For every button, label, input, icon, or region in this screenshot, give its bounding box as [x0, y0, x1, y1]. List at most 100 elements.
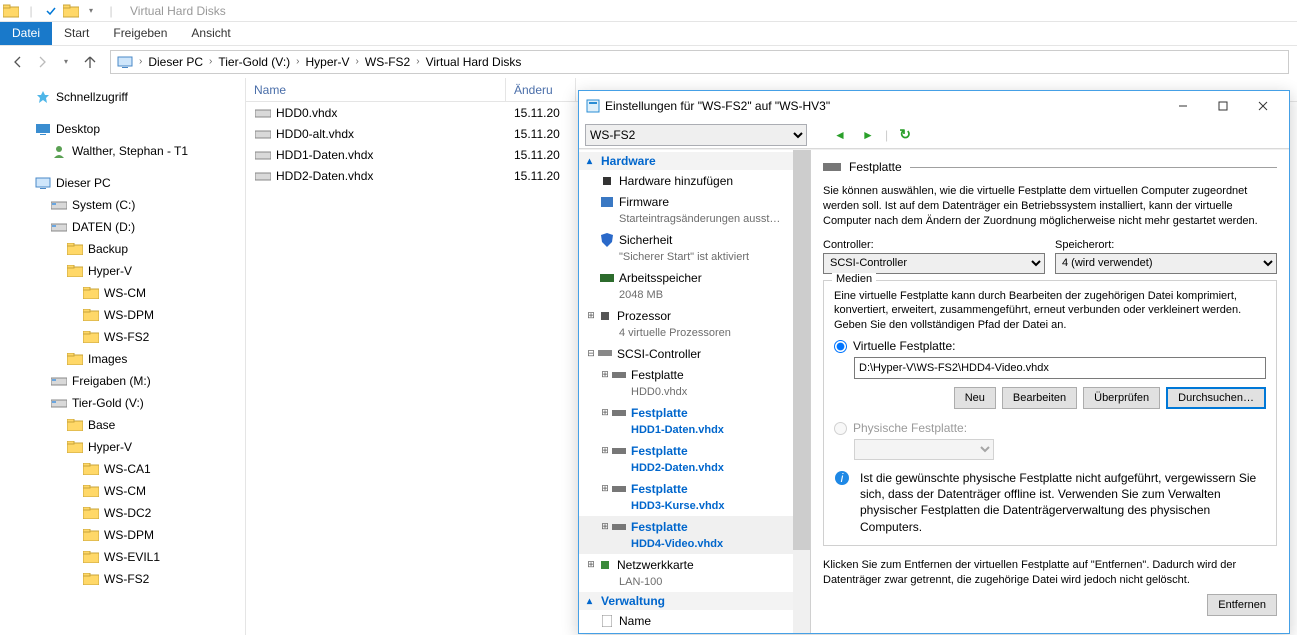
nav-tree[interactable]: Schnellzugriff DesktopWalther, Stephan - … — [0, 78, 246, 635]
location-select[interactable]: 4 (wird verwendet) — [1055, 253, 1277, 274]
qat-dropdown-icon[interactable]: ▾ — [82, 2, 100, 20]
chevron-right-icon[interactable]: › — [137, 56, 144, 67]
settings-disk-3[interactable]: Festplatte — [631, 482, 688, 496]
settings-tree[interactable]: ▴Hardware Hardware hinzufügen Firmware S… — [579, 150, 811, 633]
settings-memory[interactable]: Arbeitsspeicher — [619, 271, 702, 285]
ribbon-tab-file[interactable]: Datei — [0, 22, 52, 45]
radio-virtual-disk[interactable] — [834, 340, 847, 353]
nav-history-dropdown-icon[interactable]: ▾ — [56, 52, 76, 72]
ribbon-tab-view[interactable]: Ansicht — [179, 22, 242, 45]
settings-firmware[interactable]: Firmware — [619, 195, 669, 209]
tree-item[interactable]: System (C:) — [4, 194, 245, 216]
settings-disk-1[interactable]: Festplatte — [631, 406, 688, 420]
settings-disk-2[interactable]: Festplatte — [631, 444, 688, 458]
qat-properties-icon[interactable] — [42, 2, 60, 20]
tree-item[interactable]: Hyper-V — [4, 436, 245, 458]
tree-item[interactable]: Desktop — [4, 118, 245, 140]
disk0-sub: HDD0.vhdx — [631, 386, 687, 398]
check-button[interactable]: Überprüfen — [1083, 387, 1160, 409]
breadcrumb-seg-3[interactable]: WS-FS2 — [361, 51, 414, 73]
folder-icon — [82, 483, 100, 499]
settings-nic[interactable]: Netzwerkkarte — [617, 558, 694, 572]
expand-icon[interactable]: ⊞ — [599, 407, 611, 418]
chevron-right-icon[interactable]: › — [414, 56, 421, 67]
tree-item[interactable]: DATEN (D:) — [4, 216, 245, 238]
vm-selector[interactable]: WS-FS2 — [585, 124, 807, 146]
breadcrumb-seg-0[interactable]: Dieser PC — [144, 51, 207, 73]
expand-icon[interactable]: ⊞ — [585, 559, 597, 570]
collapse-icon[interactable]: ▴ — [587, 156, 601, 167]
chevron-right-icon[interactable]: › — [354, 56, 361, 67]
tree-item[interactable]: Hyper-V — [4, 260, 245, 282]
expand-icon[interactable]: ⊞ — [599, 445, 611, 456]
tree-item[interactable]: WS-CA1 — [4, 458, 245, 480]
nav-forward-icon[interactable] — [32, 52, 52, 72]
settings-scsi[interactable]: SCSI-Controller — [617, 347, 701, 361]
nav-back-icon[interactable] — [8, 52, 28, 72]
col-header-date[interactable]: Änderu — [506, 78, 576, 101]
tree-item[interactable]: Schnellzugriff — [4, 86, 245, 108]
breadcrumb-seg-1[interactable]: Tier-Gold (V:) — [214, 51, 294, 73]
tree-item[interactable]: Walther, Stephan - T1 — [4, 140, 245, 162]
edit-button[interactable]: Bearbeiten — [1002, 387, 1077, 409]
tree-item[interactable]: WS-CM — [4, 282, 245, 304]
tree-item[interactable]: WS-DC2 — [4, 502, 245, 524]
controller-select[interactable]: SCSI-Controller — [823, 253, 1045, 274]
settings-tree-scrollbar[interactable] — [793, 150, 810, 633]
tree-item[interactable]: Dieser PC — [4, 172, 245, 194]
ribbon-tab-start[interactable]: Start — [52, 22, 101, 45]
tree-item[interactable]: Images — [4, 348, 245, 370]
next-button-icon[interactable]: ► — [857, 124, 879, 146]
breadcrumb-seg-2[interactable]: Hyper-V — [302, 51, 354, 73]
expand-icon[interactable]: ⊞ — [599, 521, 611, 532]
section-hardware[interactable]: ▴Hardware — [579, 152, 810, 170]
tree-item[interactable]: Backup — [4, 238, 245, 260]
tree-item[interactable]: WS-CM — [4, 480, 245, 502]
expand-icon[interactable]: ⊞ — [585, 310, 597, 321]
tree-item[interactable]: Freigaben (M:) — [4, 370, 245, 392]
prev-button-icon[interactable]: ◄ — [829, 124, 851, 146]
browse-button[interactable]: Durchsuchen… — [1166, 387, 1266, 409]
maximize-button[interactable] — [1203, 92, 1243, 120]
tree-item[interactable]: WS-DPM — [4, 304, 245, 326]
collapse-box-icon[interactable]: ⊟ — [585, 348, 597, 359]
tree-item[interactable]: WS-EVIL1 — [4, 546, 245, 568]
tree-item-label: Backup — [88, 242, 128, 256]
settings-add-hardware[interactable]: Hardware hinzufügen — [619, 174, 733, 188]
expand-icon[interactable]: ⊞ — [599, 369, 611, 380]
tree-item[interactable]: WS-DPM — [4, 524, 245, 546]
tree-item[interactable]: WS-FS2 — [4, 326, 245, 348]
settings-cpu[interactable]: Prozessor — [617, 309, 671, 323]
settings-disk-0[interactable]: Festplatte — [631, 368, 684, 382]
tree-item[interactable]: Tier-Gold (V:) — [4, 392, 245, 414]
chevron-right-icon[interactable]: › — [207, 56, 214, 67]
collapse-icon[interactable]: ▴ — [587, 596, 601, 607]
remove-button[interactable]: Entfernen — [1207, 594, 1277, 616]
settings-name[interactable]: Name — [619, 614, 651, 628]
settings-disk-4[interactable]: Festplatte — [631, 520, 688, 534]
breadcrumb-pc-icon[interactable] — [113, 51, 137, 73]
breadcrumb-seg-4[interactable]: Virtual Hard Disks — [422, 51, 526, 73]
nic-icon — [597, 558, 613, 572]
vhd-path-input[interactable] — [854, 357, 1266, 379]
scrollbar-thumb[interactable] — [793, 150, 810, 550]
nav-up-icon[interactable] — [80, 52, 100, 72]
tree-item-label: WS-CM — [104, 484, 146, 498]
close-button[interactable] — [1243, 92, 1283, 120]
minimize-button[interactable] — [1163, 92, 1203, 120]
qat-newfolder-icon[interactable] — [62, 2, 80, 20]
section-management[interactable]: ▴Verwaltung — [579, 592, 810, 610]
ribbon-tab-share[interactable]: Freigeben — [101, 22, 179, 45]
expand-icon[interactable]: ⊞ — [599, 483, 611, 494]
vhdx-file-icon — [254, 108, 272, 118]
breadcrumb[interactable]: › Dieser PC › Tier-Gold (V:) › Hyper-V ›… — [110, 50, 1289, 74]
tree-item[interactable]: Base — [4, 414, 245, 436]
settings-security[interactable]: Sicherheit — [619, 233, 672, 247]
new-button[interactable]: Neu — [954, 387, 996, 409]
dialog-titlebar[interactable]: Einstellungen für "WS-FS2" auf "WS-HV3" — [579, 91, 1289, 121]
col-header-name[interactable]: Name — [246, 78, 506, 101]
chevron-right-icon[interactable]: › — [294, 56, 301, 67]
folder-icon — [66, 351, 84, 367]
tree-item[interactable]: WS-FS2 — [4, 568, 245, 590]
refresh-icon[interactable]: ↻ — [894, 124, 916, 146]
